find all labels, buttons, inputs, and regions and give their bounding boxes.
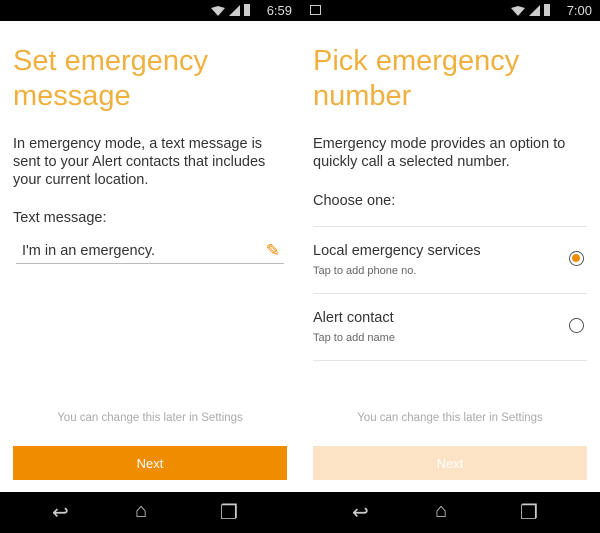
title-line: number [313,80,412,112]
next-button-disabled[interactable]: Next [313,446,587,480]
divider [313,293,587,294]
text-message-input[interactable]: I'm in an emergency. ✎ [16,240,284,264]
signal-icon [529,5,540,16]
set-message-screen: 6:59 Set emergency message In emergency m… [0,0,300,533]
recents-icon[interactable]: ❐ [220,500,238,525]
option-title: Alert contact [313,310,394,326]
radio-selected[interactable] [569,251,584,266]
option-subtitle: Tap to add phone no. [313,265,417,277]
next-button[interactable]: Next [13,446,287,480]
option-subtitle: Tap to add name [313,332,395,344]
choose-label: Choose one: [313,193,396,209]
page-title: Set emergency message [13,44,208,114]
signal-icon [229,5,240,16]
option-local-emergency[interactable]: Local emergency services Tap to add phon… [313,243,587,303]
battery-icon [244,4,250,16]
description: Emergency mode provides an option to qui… [313,136,566,170]
option-alert-contact[interactable]: Alert contact Tap to add name [313,310,587,370]
recents-icon[interactable]: ❐ [520,500,538,525]
home-icon[interactable]: ⌂ [435,500,447,523]
pick-number-screen: 7:00 Pick emergency number Emergency mode… [300,0,600,533]
wifi-icon [511,6,525,16]
status-bar: 6:59 [0,0,300,21]
nav-bar: ↩ ⌂ ❐ [300,492,600,533]
title-line: message [13,80,131,112]
field-label: Text message: [13,210,107,226]
settings-note: You can change this later in Settings [357,412,543,424]
status-bar: 7:00 [300,0,600,21]
home-icon[interactable]: ⌂ [135,500,147,523]
nav-bar: ↩ ⌂ ❐ [0,492,300,533]
wifi-icon [211,6,225,16]
status-time: 6:59 [266,3,292,18]
description: In emergency mode, a text message is sen… [13,136,266,188]
divider [313,360,587,361]
page-title: Pick emergency number [313,44,519,114]
battery-icon [544,4,550,16]
option-title: Local emergency services [313,243,481,259]
divider [313,226,587,227]
pencil-icon[interactable]: ✎ [266,241,280,261]
back-icon[interactable]: ↩ [52,500,69,525]
input-value: I'm in an emergency. [22,243,156,259]
title-line: Set emergency [13,45,209,77]
image-notification-icon [310,5,321,15]
settings-note: You can change this later in Settings [57,412,243,424]
status-time: 7:00 [566,3,592,18]
radio-unselected[interactable] [569,318,584,333]
title-line: Pick emergency [313,45,520,77]
back-icon[interactable]: ↩ [352,500,369,525]
